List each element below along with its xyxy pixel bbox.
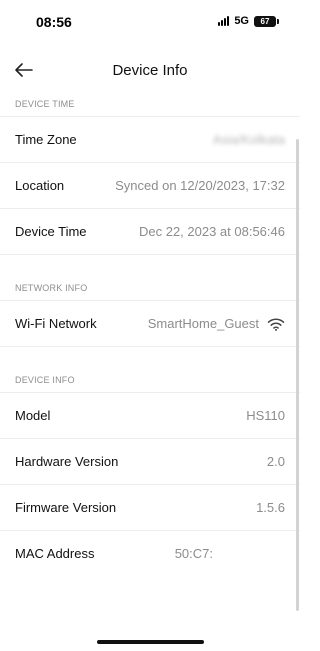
wifi-network-value: SmartHome_Guest <box>147 316 259 331</box>
time-zone-value: Asia/Kolkata <box>212 132 285 147</box>
scrollbar[interactable] <box>296 139 299 611</box>
device-info-screen: 08:56 5G 67 Device Info DEVICE TIME Time… <box>0 0 300 651</box>
nav-header: Device Info <box>0 52 300 90</box>
mac-address-value: 50:C7: <box>174 546 213 561</box>
model-row[interactable]: Model HS110 <box>0 392 300 438</box>
firmware-version-label: Firmware Version <box>15 500 117 515</box>
status-bar: 08:56 5G 67 <box>0 0 300 44</box>
network-type: 5G <box>234 15 249 27</box>
time-zone-row[interactable]: Time Zone Asia/Kolkata <box>0 116 300 162</box>
signal-icon <box>218 16 230 26</box>
device-time-row[interactable]: Device Time Dec 22, 2023 at 08:56:46 <box>0 208 300 254</box>
wifi-network-value-wrap: SmartHome_Guest <box>148 316 285 331</box>
model-value: HS110 <box>246 408 285 423</box>
wifi-network-label: Wi-Fi Network <box>15 316 97 331</box>
status-indicators: 5G 67 <box>218 15 279 27</box>
hardware-version-label: Hardware Version <box>15 454 119 469</box>
section-header-device-info: DEVICE INFO <box>15 375 75 385</box>
section-header-network-info: NETWORK INFO <box>15 283 88 293</box>
home-indicator[interactable] <box>97 640 204 644</box>
location-value: Synced on 12/20/2023, 17:32 <box>115 178 285 193</box>
section-divider <box>0 254 300 276</box>
location-row[interactable]: Location Synced on 12/20/2023, 17:32 <box>0 162 300 208</box>
hardware-version-row[interactable]: Hardware Version 2.0 <box>0 438 300 484</box>
section-header-device-time: DEVICE TIME <box>15 99 75 109</box>
model-label: Model <box>15 408 51 423</box>
time-zone-label: Time Zone <box>15 132 77 147</box>
wifi-icon <box>267 318 285 331</box>
hardware-version-value: 2.0 <box>266 454 285 469</box>
battery-icon: 67 <box>254 15 279 27</box>
wifi-network-row[interactable]: Wi-Fi Network SmartHome_Guest <box>0 300 300 346</box>
device-time-value: Dec 22, 2023 at 08:56:46 <box>138 224 285 239</box>
mac-address-label: MAC Address <box>15 546 95 561</box>
location-label: Location <box>15 178 65 193</box>
section-divider <box>0 346 300 368</box>
content: DEVICE TIME Time Zone Asia/Kolkata Locat… <box>0 92 300 576</box>
firmware-version-row[interactable]: Firmware Version 1.5.6 <box>0 484 300 530</box>
firmware-version-value: 1.5.6 <box>256 500 285 515</box>
page-title: Device Info <box>112 62 188 79</box>
status-time: 08:56 <box>36 14 72 30</box>
device-time-label: Device Time <box>15 224 87 239</box>
mac-address-row[interactable]: MAC Address 50:C7: <box>0 530 300 576</box>
